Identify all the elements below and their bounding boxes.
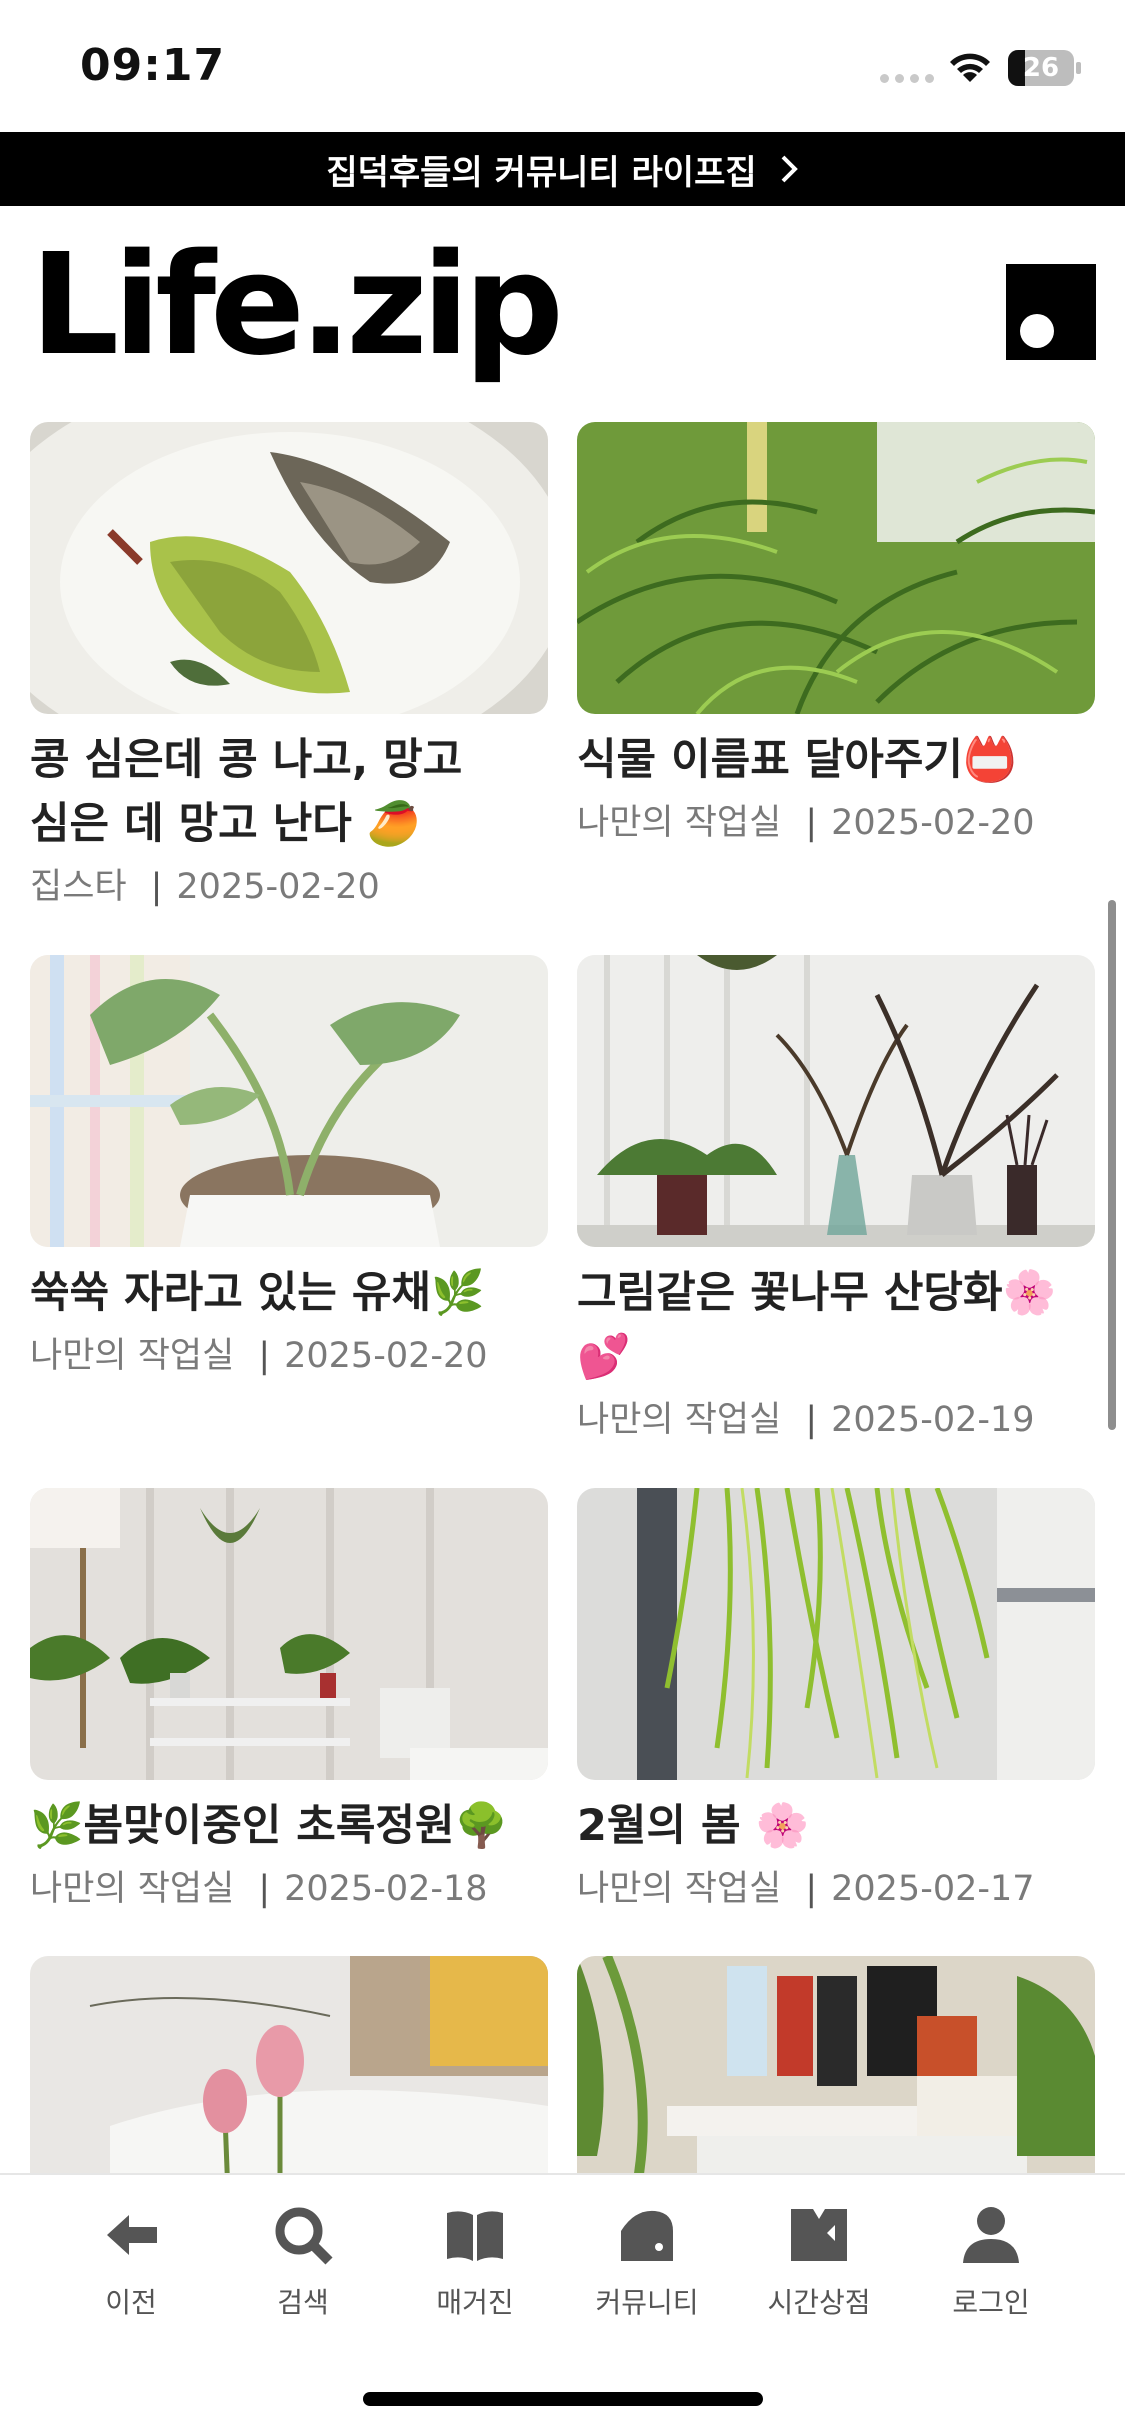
post-date: 2025-02-19 — [831, 1400, 1035, 1440]
post-date: 2025-02-20 — [284, 1336, 488, 1376]
status-time: 09:17 — [80, 40, 226, 91]
nav-label: 매거진 — [436, 2286, 514, 2319]
post-title[interactable]: 쑥쑥 자라고 있는 유채🌿 — [30, 1261, 548, 1325]
book-icon — [447, 2211, 503, 2261]
shop-icon — [791, 2209, 847, 2261]
post-meta: 나만의 작업실 | 2025-02-20 — [30, 1331, 548, 1381]
post-card[interactable]: 쑥쑥 자라고 있는 유채🌿 나만의 작업실 | 2025-02-20 — [30, 955, 548, 1381]
nav-item-back[interactable]: 이전 — [51, 2203, 211, 2321]
nav-item-login[interactable]: 로그인 — [911, 2203, 1071, 2321]
post-author[interactable]: 집스타 — [30, 862, 127, 912]
logo[interactable]: Life.zip — [30, 236, 564, 376]
post-image-asparagus-fern[interactable] — [577, 422, 1095, 714]
post-author[interactable]: 나만의 작업실 — [577, 1395, 781, 1445]
post-meta: 나만의 작업실 | 2025-02-17 — [577, 1864, 1095, 1914]
user-icon — [963, 2207, 1019, 2263]
nav-item-magazine[interactable]: 매거진 — [395, 2203, 555, 2321]
menu-button[interactable] — [1006, 264, 1096, 360]
post-author[interactable]: 나만의 작업실 — [30, 1331, 234, 1381]
post-author[interactable]: 나만의 작업실 — [30, 1864, 234, 1914]
post-title[interactable]: 그림같은 꽃나무 산당화🌸💕 — [577, 1261, 1095, 1389]
post-date: 2025-02-18 — [284, 1869, 488, 1909]
post-meta: 나만의 작업실 | 2025-02-20 — [577, 798, 1095, 848]
post-meta: 나만의 작업실 | 2025-02-19 — [577, 1395, 1095, 1445]
nav-label: 이전 — [105, 2286, 157, 2319]
post-author[interactable]: 나만의 작업실 — [577, 798, 781, 848]
nav-item-community[interactable]: 커뮤니티 — [567, 2203, 727, 2321]
nav-item-search[interactable]: 검색 — [223, 2203, 383, 2321]
chevron-right-icon — [781, 155, 798, 183]
post-title[interactable]: 🌿봄맞이중인 초록정원🌳 — [30, 1794, 548, 1858]
nav-label: 로그인 — [952, 2286, 1030, 2319]
post-card[interactable]: 그림같은 꽃나무 산당화🌸💕 나만의 작업실 | 2025-02-19 — [577, 955, 1095, 1445]
wifi-icon — [950, 53, 990, 82]
post-date: 2025-02-17 — [831, 1869, 1035, 1909]
post-meta: 집스타 | 2025-02-20 — [30, 862, 548, 912]
nav-label: 검색 — [277, 2286, 329, 2319]
post-image-flowering-branch[interactable] — [577, 955, 1095, 1247]
battery-level: 26 — [1022, 53, 1060, 83]
status-bar: 09:17 26 — [0, 0, 1125, 132]
post-image-plate-avocado[interactable] — [30, 422, 548, 714]
post-date: 2025-02-20 — [176, 867, 380, 907]
house-icon — [621, 2210, 673, 2261]
post-card[interactable]: 콩 심은데 콩 나고, 망고 심은 데 망고 난다 🥭 집스타 | 2025-02-… — [30, 422, 548, 912]
post-meta: 나만의 작업실 | 2025-02-18 — [30, 1864, 548, 1914]
post-author[interactable]: 나만의 작업실 — [577, 1864, 781, 1914]
post-title[interactable]: 2월의 봄 🌸 — [577, 1794, 1095, 1858]
post-image-indoor-garden[interactable] — [30, 1488, 548, 1780]
post-date: 2025-02-20 — [831, 803, 1035, 843]
nav-item-time-shop[interactable]: 시간상점 — [739, 2203, 899, 2321]
header: Life.zip — [0, 206, 1125, 406]
nav-label: 커뮤니티 — [595, 2286, 699, 2319]
post-image-hanging-plant[interactable] — [577, 1488, 1095, 1780]
banner-text: 집덕후들의 커뮤니티 라이프집 — [326, 152, 757, 193]
post-title[interactable]: 콩 심은데 콩 나고, 망고 심은 데 망고 난다 🥭 — [30, 728, 548, 856]
post-card[interactable]: 2월의 봄 🌸 나만의 작업실 | 2025-02-17 — [577, 1488, 1095, 1914]
search-icon — [275, 2207, 333, 2265]
post-title[interactable]: 식물 이름표 달아주기📛 — [577, 728, 1095, 792]
home-indicator — [363, 2392, 763, 2406]
nav-label: 시간상점 — [767, 2286, 871, 2319]
post-card[interactable]: 식물 이름표 달아주기📛 나만의 작업실 | 2025-02-20 — [577, 422, 1095, 848]
arrow-left-icon — [107, 2215, 157, 2255]
signal-icon — [880, 74, 934, 83]
community-banner[interactable]: 집덕후들의 커뮤니티 라이프집 — [0, 132, 1125, 206]
post-card[interactable]: 🌿봄맞이중인 초록정원🌳 나만의 작업실 | 2025-02-18 — [30, 1488, 548, 1914]
battery-icon: 26 — [1008, 50, 1082, 86]
post-image-potted-rapeseed[interactable] — [30, 955, 548, 1247]
scrollbar[interactable] — [1108, 900, 1116, 1430]
